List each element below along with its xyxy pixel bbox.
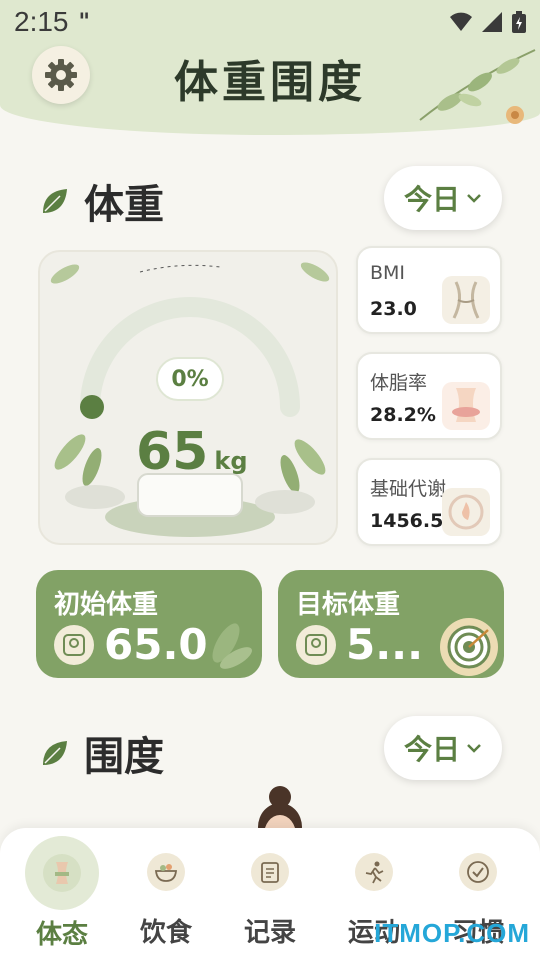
- girth-period-select[interactable]: 今日: [384, 716, 502, 780]
- chevron-down-icon: [467, 194, 481, 203]
- nav-icon-wrap: [25, 836, 99, 910]
- notebook-icon: [251, 853, 289, 891]
- metabolism-icon: [442, 488, 490, 536]
- waist-icon: [442, 276, 490, 324]
- nav-icon-wrap: [130, 836, 202, 908]
- leaf-icon: [43, 741, 67, 765]
- current-weight: 65 kg: [136, 422, 248, 482]
- target-weight-value: 5...: [346, 620, 424, 669]
- target-weight-label: 目标体重: [296, 590, 401, 620]
- decorative-leaves: [419, 49, 536, 124]
- weight-unit: kg: [214, 447, 248, 475]
- nav-icon-wrap: [442, 836, 514, 908]
- bmi-card[interactable]: BMI 23.0: [356, 246, 502, 334]
- nav-item-diet[interactable]: 饮食: [120, 828, 212, 960]
- body-fat-value: 28.2%: [370, 404, 436, 426]
- initial-weight-label: 初始体重: [54, 590, 159, 620]
- status-time: 2:15: [14, 6, 69, 37]
- metabolism-card[interactable]: 基础代谢 1456.5: [356, 458, 502, 546]
- section-title-text: 体重: [84, 182, 164, 228]
- running-icon: [355, 853, 393, 891]
- girth-section-title: 围度: [40, 724, 164, 782]
- metabolism-value: 1456.5: [370, 510, 444, 532]
- scale-icon: [296, 624, 336, 665]
- site-watermark: ITMOP.COM: [374, 918, 530, 948]
- nav-item-body[interactable]: 体态: [16, 828, 108, 960]
- status-icons: [450, 11, 526, 33]
- metabolism-label: 基础代谢: [370, 478, 447, 500]
- initial-weight-card[interactable]: 初始体重 65.0: [36, 570, 262, 678]
- initial-weight-row: 65.0: [54, 620, 208, 669]
- body-fat-card[interactable]: 体脂率 28.2%: [356, 352, 502, 440]
- target-icon: [440, 618, 498, 676]
- target-weight-row: 5...: [296, 620, 423, 669]
- period-select-label: 今日: [403, 183, 460, 216]
- chevron-down-icon: [467, 744, 481, 753]
- status-bar: 2:15 ": [0, 0, 540, 44]
- leaf-icon: [43, 189, 67, 213]
- weight-gauge-card[interactable]: 0% 65 kg: [38, 250, 338, 545]
- wifi-icon: [450, 12, 472, 31]
- period-select-label: 今日: [403, 733, 460, 766]
- initial-weight-value: 65.0: [104, 620, 208, 669]
- battery-icon: [512, 11, 526, 33]
- status-indicator: ": [78, 9, 90, 35]
- body-icon: [43, 854, 81, 892]
- section-title-text: 围度: [84, 734, 164, 780]
- nav-item-record[interactable]: 记录: [224, 828, 316, 960]
- scale-icon: [54, 624, 94, 665]
- bmi-label: BMI: [370, 262, 406, 284]
- weight-period-select[interactable]: 今日: [384, 166, 502, 230]
- weight-section-title: 体重: [40, 172, 164, 230]
- leaf-decoration: [212, 623, 252, 669]
- bmi-value: 23.0: [370, 298, 417, 320]
- body-fat-label: 体脂率: [370, 372, 428, 394]
- nav-label-record: 记录: [243, 918, 296, 948]
- gauge-progress-percent: 0%: [156, 357, 224, 401]
- nav-label-body: 体态: [35, 920, 88, 950]
- body-fat-icon: [442, 382, 490, 430]
- nav-icon-wrap: [234, 836, 306, 908]
- current-weight-value: 65: [136, 422, 209, 482]
- nav-icon-wrap: [338, 836, 410, 908]
- signal-icon: [482, 12, 502, 32]
- target-weight-card[interactable]: 目标体重 5...: [278, 570, 504, 678]
- habit-check-icon: [459, 853, 497, 891]
- food-bowl-icon: [147, 853, 185, 891]
- nav-label-diet: 饮食: [139, 918, 192, 948]
